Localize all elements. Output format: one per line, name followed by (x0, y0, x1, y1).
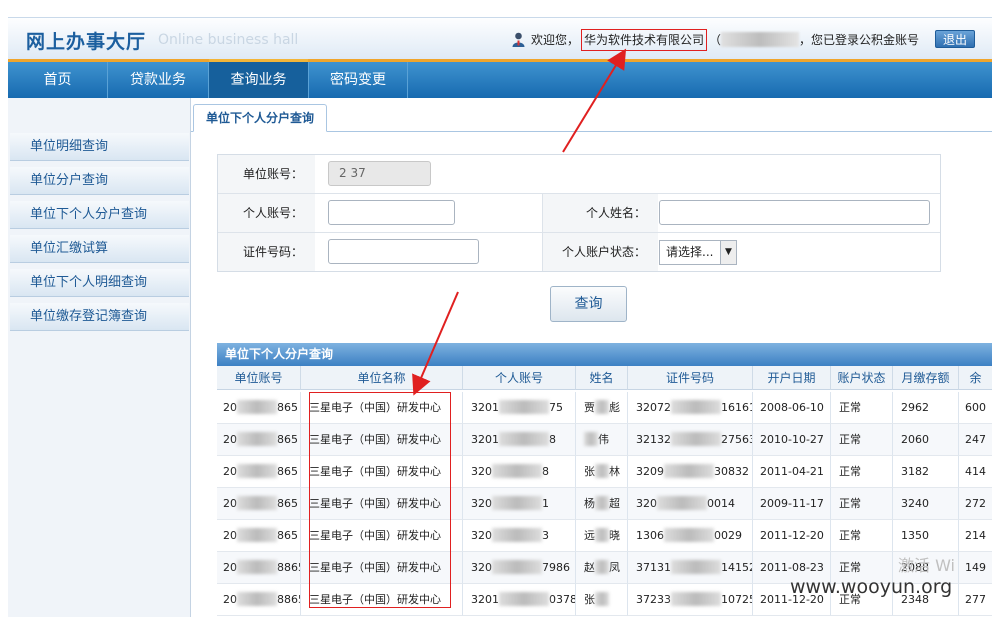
annotation-arrows (412, 48, 627, 396)
activate-windows-text: 激活 Wi (898, 556, 956, 575)
arrow-to-unit-name (412, 291, 459, 396)
watermark: www.wooyun.org (790, 576, 953, 598)
arrow-to-company (562, 48, 627, 153)
